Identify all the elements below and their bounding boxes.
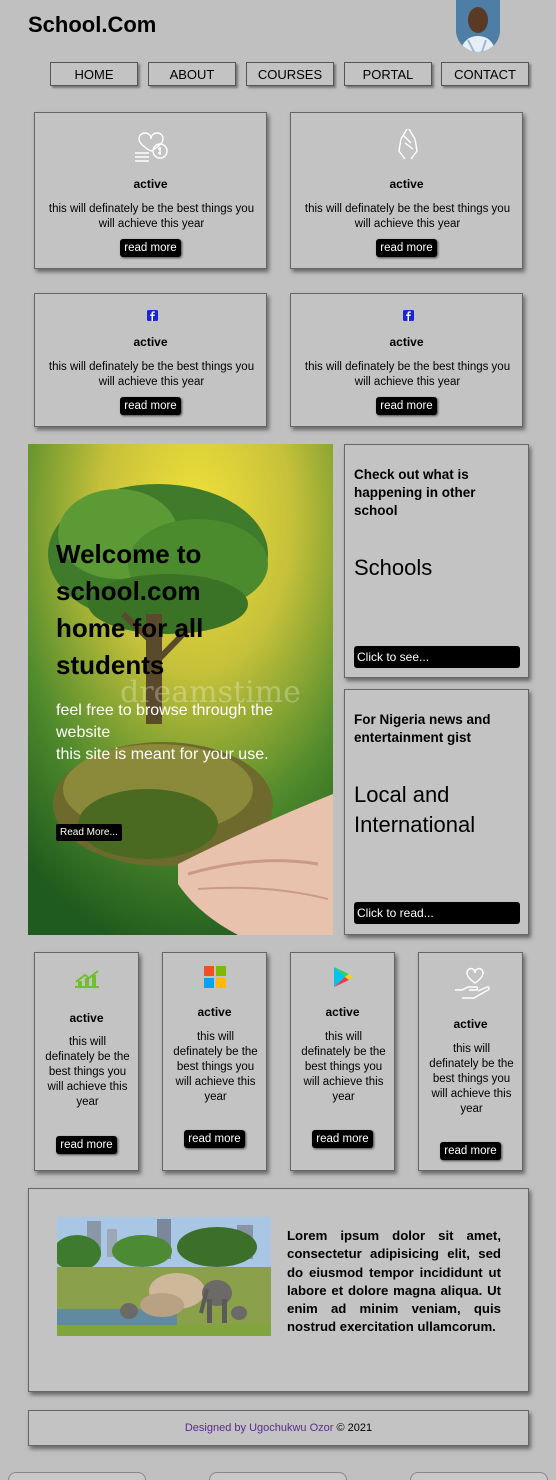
footer-prefix: Designed by [184, 1422, 250, 1434]
facebook-icon [403, 308, 414, 326]
read-more-button[interactable]: read more [312, 1130, 373, 1148]
nav-courses[interactable]: COURSES [246, 62, 334, 86]
side-panel-title: Schools [354, 555, 433, 580]
card-title: active [453, 1017, 488, 1031]
read-more-button[interactable]: read more [440, 1142, 501, 1160]
tree-in-hands-image: dreamstime [28, 444, 333, 935]
card-title: active [325, 1005, 360, 1019]
side-panel-heading: Check out what is happening in other sch… [354, 467, 476, 518]
card-title: active [389, 177, 424, 191]
small-card: active this will definately be the best … [290, 952, 395, 1171]
read-more-button[interactable]: read more [120, 397, 181, 415]
footer-copyright: © 2021 [333, 1422, 373, 1434]
header: School.Com [0, 0, 556, 56]
about-section: Lorem ipsum dolor sit amet, consectetur … [28, 1188, 529, 1392]
hero-text: feel free to browse through the website … [56, 702, 274, 763]
feature-card: active this will definately be the best … [34, 293, 267, 427]
money-hand-icon [132, 125, 170, 168]
growth-chart-icon [73, 969, 101, 994]
read-more-button[interactable]: read more [184, 1130, 245, 1148]
hero-read-more-button[interactable]: Read More... [56, 824, 122, 841]
small-card: active this will definately be the best … [162, 952, 267, 1171]
footer-author-link[interactable]: Ugochukwu Ozor [249, 1422, 333, 1434]
click-to-read-button[interactable]: Click to read... [354, 902, 520, 924]
windows-logo-icon [204, 966, 226, 993]
click-to-see-button[interactable]: Click to see... [354, 646, 520, 668]
read-more-button[interactable]: read more [120, 239, 181, 257]
bottom-tab-stub [410, 1472, 548, 1480]
card-description: this will definately be the best things … [301, 1031, 386, 1103]
heart-hand-icon [453, 964, 491, 1007]
about-text: Lorem ipsum dolor sit amet, consectetur … [287, 1228, 501, 1335]
read-more-button[interactable]: read more [376, 397, 437, 415]
side-panel-title: Local and International [354, 782, 476, 837]
card-description: this will definately be the best things … [48, 203, 255, 230]
hero-title: Welcome to school.com home for all stude… [56, 539, 204, 680]
feature-card: active this will definately be the best … [290, 293, 523, 427]
main-nav: HOME ABOUT COURSES PORTAL CONTACT [50, 62, 530, 88]
facebook-icon [147, 308, 158, 326]
card-description: this will definately be the best things … [45, 1036, 130, 1108]
side-panel-schools: Check out what is happening in other sch… [344, 444, 529, 678]
side-panel-news: For Nigeria news and entertainment gist … [344, 689, 529, 935]
card-title: active [389, 335, 424, 349]
nav-about[interactable]: ABOUT [148, 62, 236, 86]
play-store-icon [333, 966, 353, 993]
card-title: active [69, 1011, 104, 1025]
card-title: active [133, 177, 168, 191]
side-panel-heading: For Nigeria news and entertainment gist [354, 712, 491, 745]
card-title: active [197, 1005, 232, 1019]
card-description: this will definately be the best things … [304, 361, 511, 388]
footer: Designed by Ugochukwu Ozor © 2021 [28, 1410, 529, 1446]
small-card: active this will definately be the best … [418, 952, 523, 1171]
avatar[interactable] [456, 0, 500, 52]
feature-card: active this will definately be the best … [290, 112, 523, 269]
card-description: this will definately be the best things … [48, 361, 255, 388]
feature-card: active this will definately be the best … [34, 112, 267, 269]
hero-banner: dreamstime Welcome to school.com home fo… [28, 444, 333, 935]
nav-portal[interactable]: PORTAL [344, 62, 432, 86]
nav-contact[interactable]: CONTACT [441, 62, 529, 86]
card-title: active [133, 335, 168, 349]
card-description: this will definately be the best things … [304, 203, 511, 230]
elephants-image [57, 1217, 271, 1336]
card-description: this will definately be the best things … [429, 1043, 514, 1115]
bottom-tab-stub [209, 1472, 347, 1480]
card-description: this will definately be the best things … [173, 1031, 258, 1103]
bottom-tab-stub [8, 1472, 146, 1480]
read-more-button[interactable]: read more [56, 1136, 117, 1154]
small-card: active this will definately be the best … [34, 952, 139, 1171]
praying-hands-icon [391, 125, 425, 168]
read-more-button[interactable]: read more [376, 239, 437, 257]
site-logo[interactable]: School.Com [28, 12, 156, 38]
nav-home[interactable]: HOME [50, 62, 138, 86]
